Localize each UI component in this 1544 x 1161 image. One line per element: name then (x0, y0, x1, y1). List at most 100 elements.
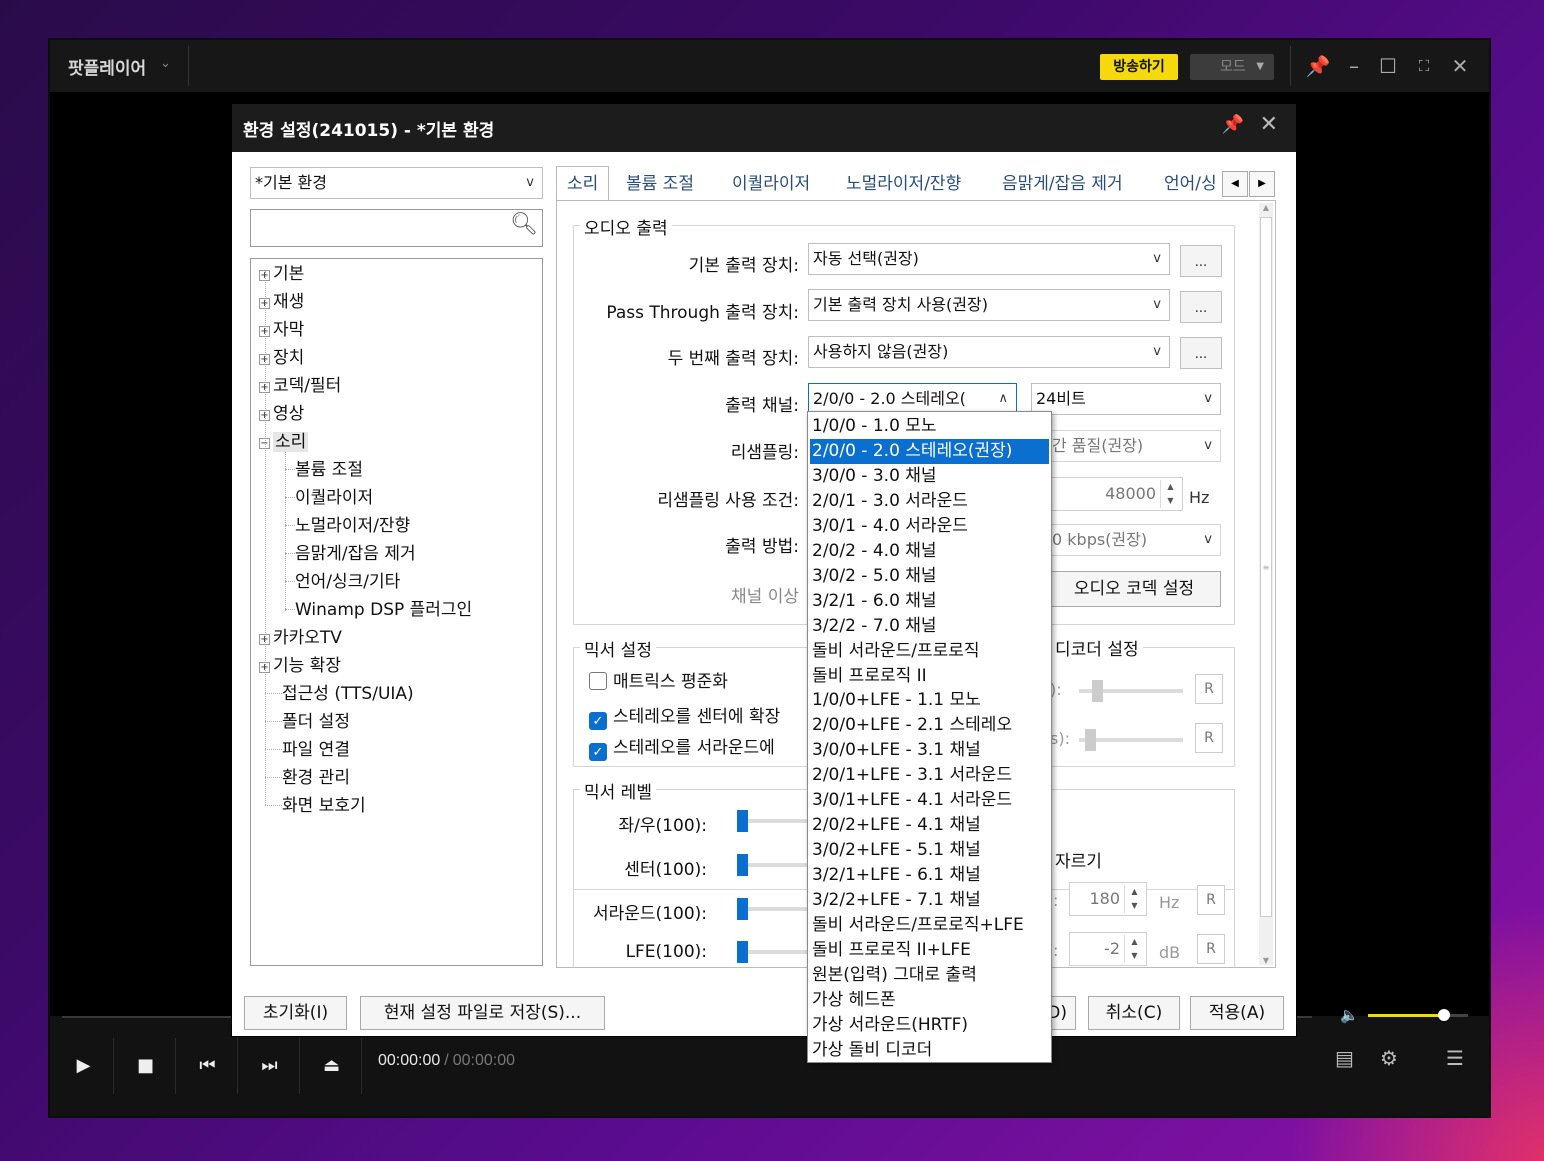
tree-item[interactable]: 언어/싱크/기타 (285, 569, 400, 595)
reset-button[interactable]: 초기화(I) (244, 996, 347, 1030)
tree-item[interactable]: 환경 관리 (259, 765, 350, 791)
search-input[interactable]: 🔍︎ (250, 209, 543, 247)
dropdown-option[interactable]: 가상 헤드폰 (810, 988, 1049, 1013)
chevron-down-icon[interactable]: ⌄ (160, 56, 171, 71)
tab[interactable]: 음맑게/잡음 제거 (998, 167, 1127, 201)
preset-select[interactable]: *기본 환경 v (250, 167, 543, 199)
tree-item[interactable]: 폴더 설정 (259, 709, 350, 735)
tree-item[interactable]: − 소리 (259, 429, 309, 455)
volume-icon[interactable]: 🔈 (1340, 1006, 1359, 1024)
tab[interactable]: 소리 (556, 166, 610, 202)
dropdown-option[interactable]: 2/0/0 - 2.0 스테레오(권장) (810, 438, 1049, 464)
mixer-surround-knob[interactable] (737, 898, 748, 920)
tree-item[interactable]: 파일 연결 (259, 737, 350, 763)
decoder-reset-button-1[interactable]: R (1195, 674, 1223, 704)
bit-depth-select[interactable]: 24비트 v (1031, 383, 1221, 415)
tab-scroll-right-icon[interactable]: ▶ (1249, 171, 1275, 197)
app-name[interactable]: 팟플레이어 (68, 54, 146, 79)
expand-icon[interactable]: + (259, 354, 270, 365)
dropdown-option[interactable]: 1/0/0 - 1.0 모노 (810, 414, 1049, 439)
decoder-reset-button-2[interactable]: R (1195, 723, 1223, 753)
passthrough-more-button[interactable]: ... (1180, 291, 1222, 323)
tree-item[interactable]: Winamp DSP 플러그인 (285, 597, 472, 623)
menu-icon[interactable]: ☰ (1446, 1046, 1464, 1070)
expand-icon[interactable]: + (259, 662, 270, 673)
dropdown-option[interactable]: 가상 돌비 디코더 (810, 1038, 1049, 1063)
expand-icon[interactable]: + (259, 382, 270, 393)
mixer-lfe-knob[interactable] (737, 941, 748, 963)
dropdown-option[interactable]: 3/0/2 - 5.0 채널 (810, 564, 1049, 589)
scroll-down-icon[interactable]: ▼ (1259, 956, 1273, 965)
save-settings-file-button[interactable]: 현재 설정 파일로 저장(S)... (360, 996, 605, 1030)
gear-icon[interactable]: ⚙ (1380, 1046, 1398, 1070)
decoder-slider-2-knob[interactable] (1085, 729, 1096, 751)
spin-arrows-icon[interactable]: ▲ ▼ (1124, 935, 1144, 963)
pin-icon[interactable]: 📌 (1304, 52, 1332, 80)
second-device-select[interactable]: 사용하지 않음(권장) v (808, 336, 1170, 368)
mixer-lr-knob[interactable] (737, 810, 748, 832)
dropdown-option[interactable]: 2/0/1 - 3.0 서라운드 (810, 489, 1049, 514)
maximize-icon[interactable]: ☐ (1374, 52, 1402, 80)
default-device-select[interactable]: 자동 선택(권장) v (808, 243, 1170, 275)
dropdown-option[interactable]: 1/0/0+LFE - 1.1 모노 (810, 688, 1049, 713)
dropdown-option[interactable]: 3/0/1+LFE - 4.1 서라운드 (810, 788, 1049, 813)
dropdown-option[interactable]: 돌비 프로로직 II (810, 664, 1049, 689)
tree-item[interactable]: 화면 보호기 (259, 793, 366, 819)
tab[interactable]: 이퀄라이저 (728, 167, 814, 201)
expand-icon[interactable]: + (259, 634, 270, 645)
tree-item[interactable]: 볼륨 조절 (285, 457, 363, 483)
dropdown-option[interactable]: 돌비 서라운드/프로로직 (810, 639, 1049, 664)
dropdown-option[interactable]: 2/0/0+LFE - 2.1 스테레오 (810, 713, 1049, 738)
cancel-button[interactable]: 취소(C) (1088, 996, 1180, 1030)
dropdown-option[interactable]: 2/0/2+LFE - 4.1 채널 (810, 813, 1049, 838)
panel-scrollbar[interactable]: ▲ ≡ ▼ (1259, 203, 1273, 965)
tree-item[interactable]: + 장치 (259, 345, 304, 371)
apply-button[interactable]: 적용(A) (1190, 996, 1284, 1030)
tab[interactable]: 볼륨 조절 (622, 167, 698, 201)
broadcast-button[interactable]: 방송하기 (1100, 54, 1178, 80)
tree-item[interactable]: + 카카오TV (259, 625, 342, 651)
tree-item[interactable]: + 자막 (259, 317, 304, 343)
dropdown-option[interactable]: 3/2/1 - 6.0 채널 (810, 589, 1049, 614)
dropdown-option[interactable]: 3/0/0+LFE - 3.1 채널 (810, 738, 1049, 763)
scroll-up-icon[interactable]: ▲ (1259, 203, 1273, 212)
close-icon[interactable]: ✕ (1446, 52, 1474, 80)
previous-icon[interactable]: ⏮ (178, 1038, 238, 1094)
matrix-normalize-checkbox[interactable]: 매트릭스 평준화 (589, 667, 728, 692)
collapse-icon[interactable]: − (259, 438, 270, 449)
dropdown-option[interactable]: 원본(입력) 그대로 출력 (810, 963, 1049, 988)
fullscreen-icon[interactable]: ⛶ (1410, 52, 1438, 80)
dropdown-option[interactable]: 3/0/0 - 3.0 채널 (810, 464, 1049, 489)
expand-icon[interactable]: + (259, 298, 270, 309)
tree-item[interactable]: + 재생 (259, 289, 304, 315)
dropdown-option[interactable]: 2/0/1+LFE - 3.1 서라운드 (810, 763, 1049, 788)
dropdown-option[interactable]: 3/2/1+LFE - 6.1 채널 (810, 863, 1049, 888)
tree-item[interactable]: + 기능 확장 (259, 653, 341, 679)
search-icon[interactable]: 🔍︎ (510, 212, 538, 237)
play-icon[interactable]: ▶ (54, 1038, 114, 1094)
tree-item[interactable]: 음맑게/잡음 제거 (285, 541, 416, 567)
decoder-slider-1-knob[interactable] (1092, 680, 1103, 702)
dropdown-option[interactable]: 3/2/2+LFE - 7.1 채널 (810, 888, 1049, 913)
stereo-to-center-checkbox[interactable]: ✓ 스테레오를 센터에 확장 (589, 702, 780, 730)
next-icon[interactable]: ⏭ (240, 1038, 300, 1094)
passthrough-select[interactable]: 기본 출력 장치 사용(권장) v (808, 289, 1170, 321)
minimize-icon[interactable]: – (1340, 52, 1368, 80)
pin-icon[interactable]: 📌 (1222, 114, 1244, 135)
dropdown-option[interactable]: 3/2/2 - 7.0 채널 (810, 614, 1049, 639)
eject-icon[interactable]: ⏏ (302, 1038, 362, 1094)
tab[interactable]: 언어/싱 (1160, 167, 1218, 201)
tree-item[interactable]: 노멀라이저/잔향 (285, 513, 410, 539)
spin-arrows-icon[interactable]: ▲ ▼ (1124, 885, 1144, 913)
dropdown-option[interactable]: 2/0/2 - 4.0 채널 (810, 539, 1049, 564)
tab-scroll-left-icon[interactable]: ◀ (1222, 171, 1248, 197)
playlist-icon[interactable]: ▤ (1335, 1046, 1354, 1070)
tree-item[interactable]: + 기본 (259, 261, 304, 287)
tree-item[interactable]: + 영상 (259, 401, 304, 427)
resample-hz-input[interactable]: 48000 ▲ ▼ (1047, 477, 1183, 511)
freq-reset-button[interactable]: R (1197, 885, 1225, 915)
resample-select[interactable]: 간 품질(권장) v (1047, 430, 1221, 462)
spin-arrows-icon[interactable]: ▲ ▼ (1160, 480, 1180, 508)
dropdown-option[interactable]: 가상 서라운드(HRTF) (810, 1013, 1049, 1038)
tree-item[interactable]: 접근성 (TTS/UIA) (259, 681, 414, 707)
